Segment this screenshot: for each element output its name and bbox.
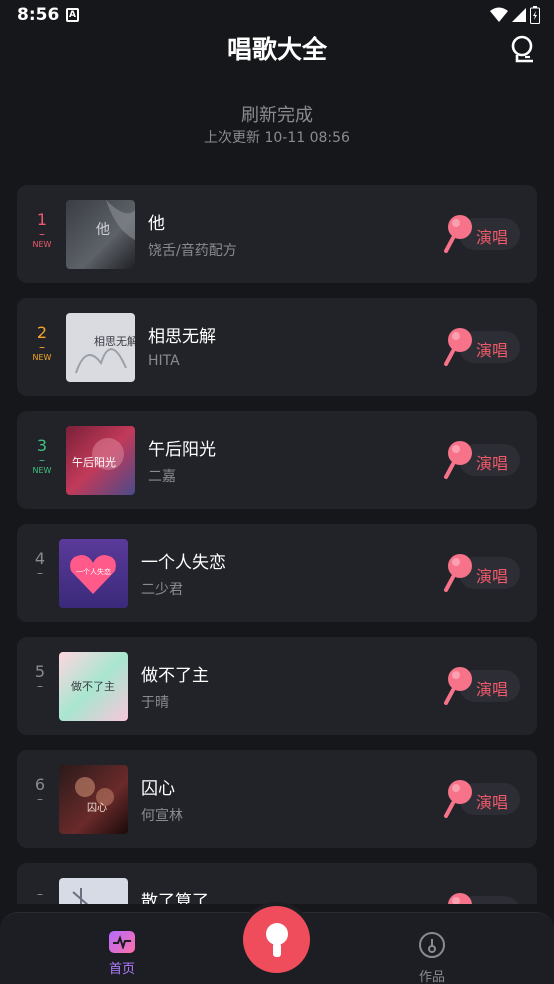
sing-label: 演唱 xyxy=(476,454,509,473)
rank-change: – xyxy=(37,887,43,901)
list-item[interactable]: 1 – NEW 他 他 饶舌/音药配方 演唱 xyxy=(17,185,537,283)
svg-text:一个人失恋: 一个人失恋 xyxy=(76,567,111,576)
sing-button[interactable]: 演唱 xyxy=(443,440,520,479)
sing-label: 演唱 xyxy=(476,228,509,247)
rank-change: – xyxy=(37,566,43,580)
sing-label: 演唱 xyxy=(476,902,508,904)
song-artist: 二嘉 xyxy=(148,469,176,485)
album-cover[interactable]: 做不了主 xyxy=(59,652,128,721)
sing-label: 演唱 xyxy=(476,793,509,812)
refresh-status: 刷新完成 xyxy=(241,105,313,126)
list-item[interactable]: – 散了算了 演唱 xyxy=(17,863,537,904)
song-list[interactable]: 1 – NEW 他 他 饶舌/音药配方 演唱 2 – NEW 相思无解 相思无解… xyxy=(17,185,537,904)
svg-text:他: 他 xyxy=(96,222,110,238)
rank-change: – xyxy=(37,679,43,693)
sing-button[interactable]: 演唱 xyxy=(443,779,520,818)
song-title: 午后阳光 xyxy=(148,440,216,460)
status-time: 8:56 xyxy=(17,5,60,25)
microphone-icon xyxy=(444,667,472,705)
rank-indicator: 4 – xyxy=(25,550,55,580)
rank-indicator: 2 – NEW xyxy=(27,324,57,364)
tab-home[interactable]: 首页 xyxy=(100,931,144,977)
microphone-icon xyxy=(444,441,472,479)
song-title: 相思无解 xyxy=(148,327,216,347)
rank-indicator: 5 – xyxy=(25,663,55,693)
song-artist: 二少君 xyxy=(141,582,183,598)
album-cover[interactable] xyxy=(59,878,128,904)
battery-icon xyxy=(530,6,540,24)
song-artist: HITA xyxy=(148,353,180,369)
album-cover[interactable]: 他 xyxy=(66,200,135,269)
microphone-icon xyxy=(444,215,472,253)
microphone-icon xyxy=(444,554,472,592)
rank-change: – xyxy=(37,792,43,806)
svg-text:囚心: 囚心 xyxy=(87,802,107,814)
microphone-icon xyxy=(265,922,288,957)
tab-home-label: 首页 xyxy=(108,962,135,977)
song-artist: 何宣林 xyxy=(141,808,183,824)
album-cover[interactable]: 相思无解 xyxy=(66,313,135,382)
sing-label: 演唱 xyxy=(476,680,509,699)
record-mic-button[interactable] xyxy=(243,906,310,973)
new-badge: NEW xyxy=(32,466,52,475)
home-pulse-icon xyxy=(109,931,135,953)
song-title: 囚心 xyxy=(141,779,175,799)
sing-button[interactable]: 演唱 xyxy=(443,214,520,253)
sing-label: 演唱 xyxy=(476,341,509,360)
list-item[interactable]: 2 – NEW 相思无解 相思无解 HITA 演唱 xyxy=(17,298,537,396)
album-cover[interactable]: 午后阳光 xyxy=(66,426,135,495)
microphone-icon xyxy=(448,893,472,904)
profile-button[interactable] xyxy=(507,35,537,65)
microphone-icon xyxy=(444,328,472,366)
page-title: 唱歌大全 xyxy=(226,35,327,64)
sing-button[interactable]: 演唱 xyxy=(443,327,520,366)
album-cover[interactable]: 囚心 xyxy=(59,765,128,834)
rank-indicator: 1 – NEW xyxy=(27,211,57,251)
sing-label: 演唱 xyxy=(476,567,509,586)
rank-change: – xyxy=(39,227,45,241)
svg-text:做不了主: 做不了主 xyxy=(71,679,115,693)
new-badge: NEW xyxy=(32,353,52,362)
sing-button[interactable]: 演唱 xyxy=(443,666,520,705)
status-icons xyxy=(490,6,540,24)
works-icon xyxy=(419,932,445,958)
wifi-icon xyxy=(490,7,508,22)
sing-button[interactable]: 演唱 xyxy=(443,553,520,592)
song-title: 做不了主 xyxy=(141,666,209,686)
list-item[interactable]: 5 – 做不了主 做不了主 于晴 演唱 xyxy=(17,637,537,735)
status-bar: 8:56 A xyxy=(0,0,554,32)
notification-a-icon: A xyxy=(66,8,79,22)
svg-text:午后阳光: 午后阳光 xyxy=(72,455,116,469)
microphone-icon xyxy=(444,780,472,818)
signal-icon xyxy=(512,8,526,22)
new-badge: NEW xyxy=(32,240,52,249)
rank-change: – xyxy=(39,340,45,354)
rank-change: – xyxy=(39,453,45,467)
song-title: 他 xyxy=(148,214,165,234)
svg-text:相思无解: 相思无解 xyxy=(94,334,135,348)
rank-indicator: 3 – NEW xyxy=(27,437,57,477)
song-title: 散了算了 xyxy=(141,892,209,904)
profile-icon xyxy=(511,35,533,63)
list-item[interactable]: 4 – 一个人失恋 一个人失恋 二少君 演唱 xyxy=(17,524,537,622)
song-artist: 饶舌/音药配方 xyxy=(148,243,237,259)
album-cover[interactable]: 一个人失恋 xyxy=(59,539,128,608)
last-update-time: 上次更新 10-11 08:56 xyxy=(204,130,350,146)
sing-button[interactable]: 演唱 xyxy=(443,892,520,904)
list-item[interactable]: 6 – 囚心 囚心 何宣林 演唱 xyxy=(17,750,537,848)
list-item[interactable]: 3 – NEW 午后阳光 午后阳光 二嘉 演唱 xyxy=(17,411,537,509)
tab-works[interactable]: 作品 xyxy=(410,931,454,984)
rank-indicator: 6 – xyxy=(25,776,55,806)
song-artist: 于晴 xyxy=(141,695,169,711)
tab-works-label: 作品 xyxy=(418,970,445,984)
song-title: 一个人失恋 xyxy=(141,553,226,573)
rank-indicator: – xyxy=(25,887,55,901)
